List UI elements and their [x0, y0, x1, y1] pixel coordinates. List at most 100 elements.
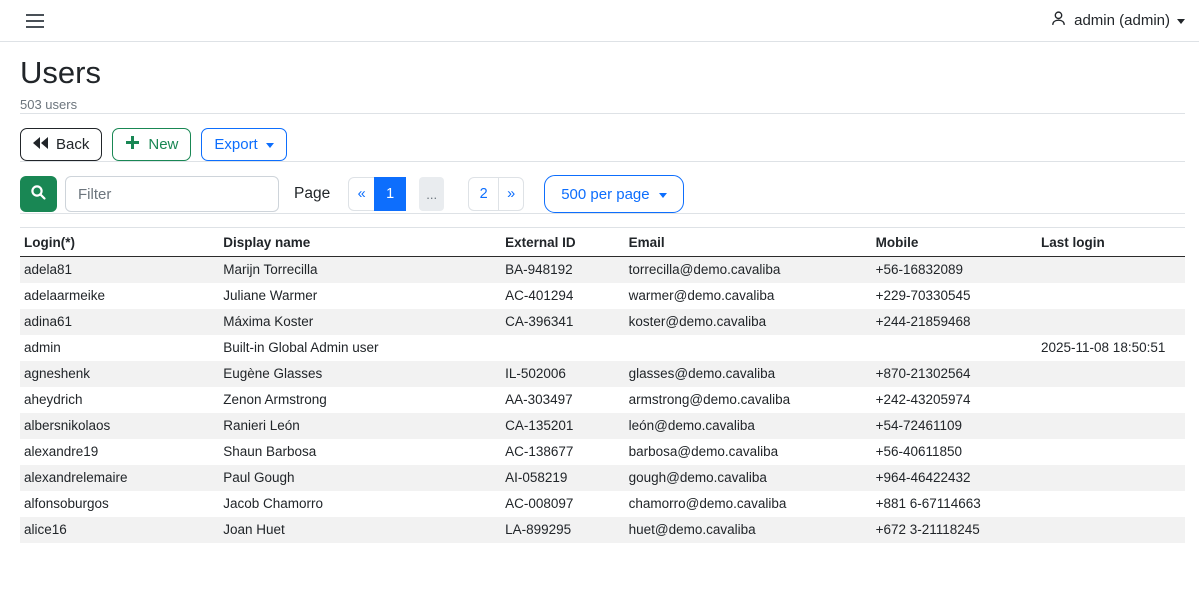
table-cell: +229-70330545	[872, 283, 1037, 309]
table-cell: adelaarmeike	[20, 283, 219, 309]
table-cell: +881 6-67114663	[872, 491, 1037, 517]
table-cell: Shaun Barbosa	[219, 439, 501, 465]
table-cell: CA-135201	[501, 413, 624, 439]
table-row[interactable]: aheydrichZenon ArmstrongAA-303497armstro…	[20, 387, 1185, 413]
table-cell: albersnikolaos	[20, 413, 219, 439]
divider	[20, 113, 1185, 114]
column-header-login: Login(*)	[20, 228, 219, 257]
pagination: « 1 ... 2 »	[348, 177, 524, 211]
table-cell: Joan Huet	[219, 517, 501, 543]
table-header-row: Login(*) Display name External ID Email …	[20, 228, 1185, 257]
table-row[interactable]: alexandre19Shaun BarbosaAC-138677barbosa…	[20, 439, 1185, 465]
table-cell: +56-16832089	[872, 257, 1037, 284]
table-cell: gough@demo.cavaliba	[625, 465, 872, 491]
divider	[20, 213, 1185, 214]
table-cell: alexandrelemaire	[20, 465, 219, 491]
table-cell	[1037, 439, 1185, 465]
table-cell: armstrong@demo.cavaliba	[625, 387, 872, 413]
back-button-label: Back	[56, 136, 89, 153]
table-row[interactable]: adelaarmeikeJuliane WarmerAC-401294warme…	[20, 283, 1185, 309]
pagination-ellipsis: ...	[419, 177, 444, 211]
table-cell: Ranieri León	[219, 413, 501, 439]
table-cell: alexandre19	[20, 439, 219, 465]
table-cell: +870-21302564	[872, 361, 1037, 387]
back-button[interactable]: Back	[20, 128, 102, 161]
toolbar: Back New Export	[20, 128, 1185, 161]
pagination-page-2[interactable]: 2	[468, 177, 499, 211]
table-cell	[1037, 309, 1185, 335]
table-cell: LA-899295	[501, 517, 624, 543]
table-cell: +964-46422432	[872, 465, 1037, 491]
table-cell	[1037, 257, 1185, 284]
user-menu-dropdown[interactable]: admin (admin)	[1050, 10, 1185, 31]
table-cell: león@demo.cavaliba	[625, 413, 872, 439]
table-cell	[501, 335, 624, 361]
table-cell: Máxima Koster	[219, 309, 501, 335]
table-row[interactable]: adela81Marijn TorrecillaBA-948192torreci…	[20, 257, 1185, 284]
caret-down-icon	[659, 193, 667, 198]
table-cell: 2025-11-08 18:50:51	[1037, 335, 1185, 361]
table-cell: Eugène Glasses	[219, 361, 501, 387]
table-cell: AI-058219	[501, 465, 624, 491]
export-button-label: Export	[214, 136, 257, 153]
table-cell: AA-303497	[501, 387, 624, 413]
table-cell: alice16	[20, 517, 219, 543]
search-button[interactable]	[20, 176, 57, 212]
table-cell: IL-502006	[501, 361, 624, 387]
menu-icon[interactable]	[24, 12, 46, 30]
table-cell: AC-401294	[501, 283, 624, 309]
table-cell: barbosa@demo.cavaliba	[625, 439, 872, 465]
table-cell	[1037, 387, 1185, 413]
table-cell: Built-in Global Admin user	[219, 335, 501, 361]
table-row[interactable]: adminBuilt-in Global Admin user 2025-11-0…	[20, 335, 1185, 361]
user-count: 503 users	[20, 97, 1185, 113]
table-cell: chamorro@demo.cavaliba	[625, 491, 872, 517]
table-row[interactable]: adina61Máxima KosterCA-396341koster@demo…	[20, 309, 1185, 335]
table-cell: +242-43205974	[872, 387, 1037, 413]
table-row[interactable]: albersnikolaosRanieri LeónCA-135201león@…	[20, 413, 1185, 439]
table-row[interactable]: alice16Joan HuetLA-899295huet@demo.caval…	[20, 517, 1185, 543]
plus-icon	[125, 135, 140, 154]
table-cell: +56-40611850	[872, 439, 1037, 465]
table-cell: glasses@demo.cavaliba	[625, 361, 872, 387]
table-row[interactable]: agneshenkEugène GlassesIL-502006glasses@…	[20, 361, 1185, 387]
topbar: admin (admin)	[0, 0, 1199, 42]
table-cell: Marijn Torrecilla	[219, 257, 501, 284]
table-cell: alfonsoburgos	[20, 491, 219, 517]
person-icon	[1050, 10, 1067, 31]
table-cell	[872, 335, 1037, 361]
pagination-next[interactable]: »	[498, 177, 524, 211]
table-cell: +244-21859468	[872, 309, 1037, 335]
table-cell: admin	[20, 335, 219, 361]
filter-bar: Page « 1 ... 2 » 500 per page	[20, 175, 1185, 213]
user-label: admin (admin)	[1074, 12, 1170, 29]
filter-input[interactable]	[65, 176, 279, 212]
table-cell: AC-138677	[501, 439, 624, 465]
table-cell	[1037, 517, 1185, 543]
table-cell: agneshenk	[20, 361, 219, 387]
column-header-email: Email	[625, 228, 872, 257]
new-button[interactable]: New	[112, 128, 191, 161]
column-header-external-id: External ID	[501, 228, 624, 257]
table-cell: aheydrich	[20, 387, 219, 413]
pagination-page-1[interactable]: 1	[374, 177, 406, 211]
divider	[20, 161, 1185, 162]
table-cell: Juliane Warmer	[219, 283, 501, 309]
table-cell: torrecilla@demo.cavaliba	[625, 257, 872, 284]
per-page-dropdown[interactable]: 500 per page	[544, 175, 683, 213]
table-row[interactable]: alexandrelemairePaul GoughAI-058219gough…	[20, 465, 1185, 491]
table-row[interactable]: alfonsoburgosJacob ChamorroAC-008097cham…	[20, 491, 1185, 517]
column-header-mobile: Mobile	[872, 228, 1037, 257]
table-cell	[1037, 361, 1185, 387]
table-cell	[1037, 283, 1185, 309]
table-cell: warmer@demo.cavaliba	[625, 283, 872, 309]
table-cell: +54-72461109	[872, 413, 1037, 439]
table-cell: koster@demo.cavaliba	[625, 309, 872, 335]
rewind-icon	[33, 136, 48, 153]
caret-down-icon	[1177, 19, 1185, 24]
page-title: Users	[20, 54, 1185, 92]
search-icon	[30, 184, 47, 204]
pagination-prev[interactable]: «	[348, 177, 375, 211]
export-dropdown-button[interactable]: Export	[201, 128, 286, 161]
column-header-last-login: Last login	[1037, 228, 1185, 257]
